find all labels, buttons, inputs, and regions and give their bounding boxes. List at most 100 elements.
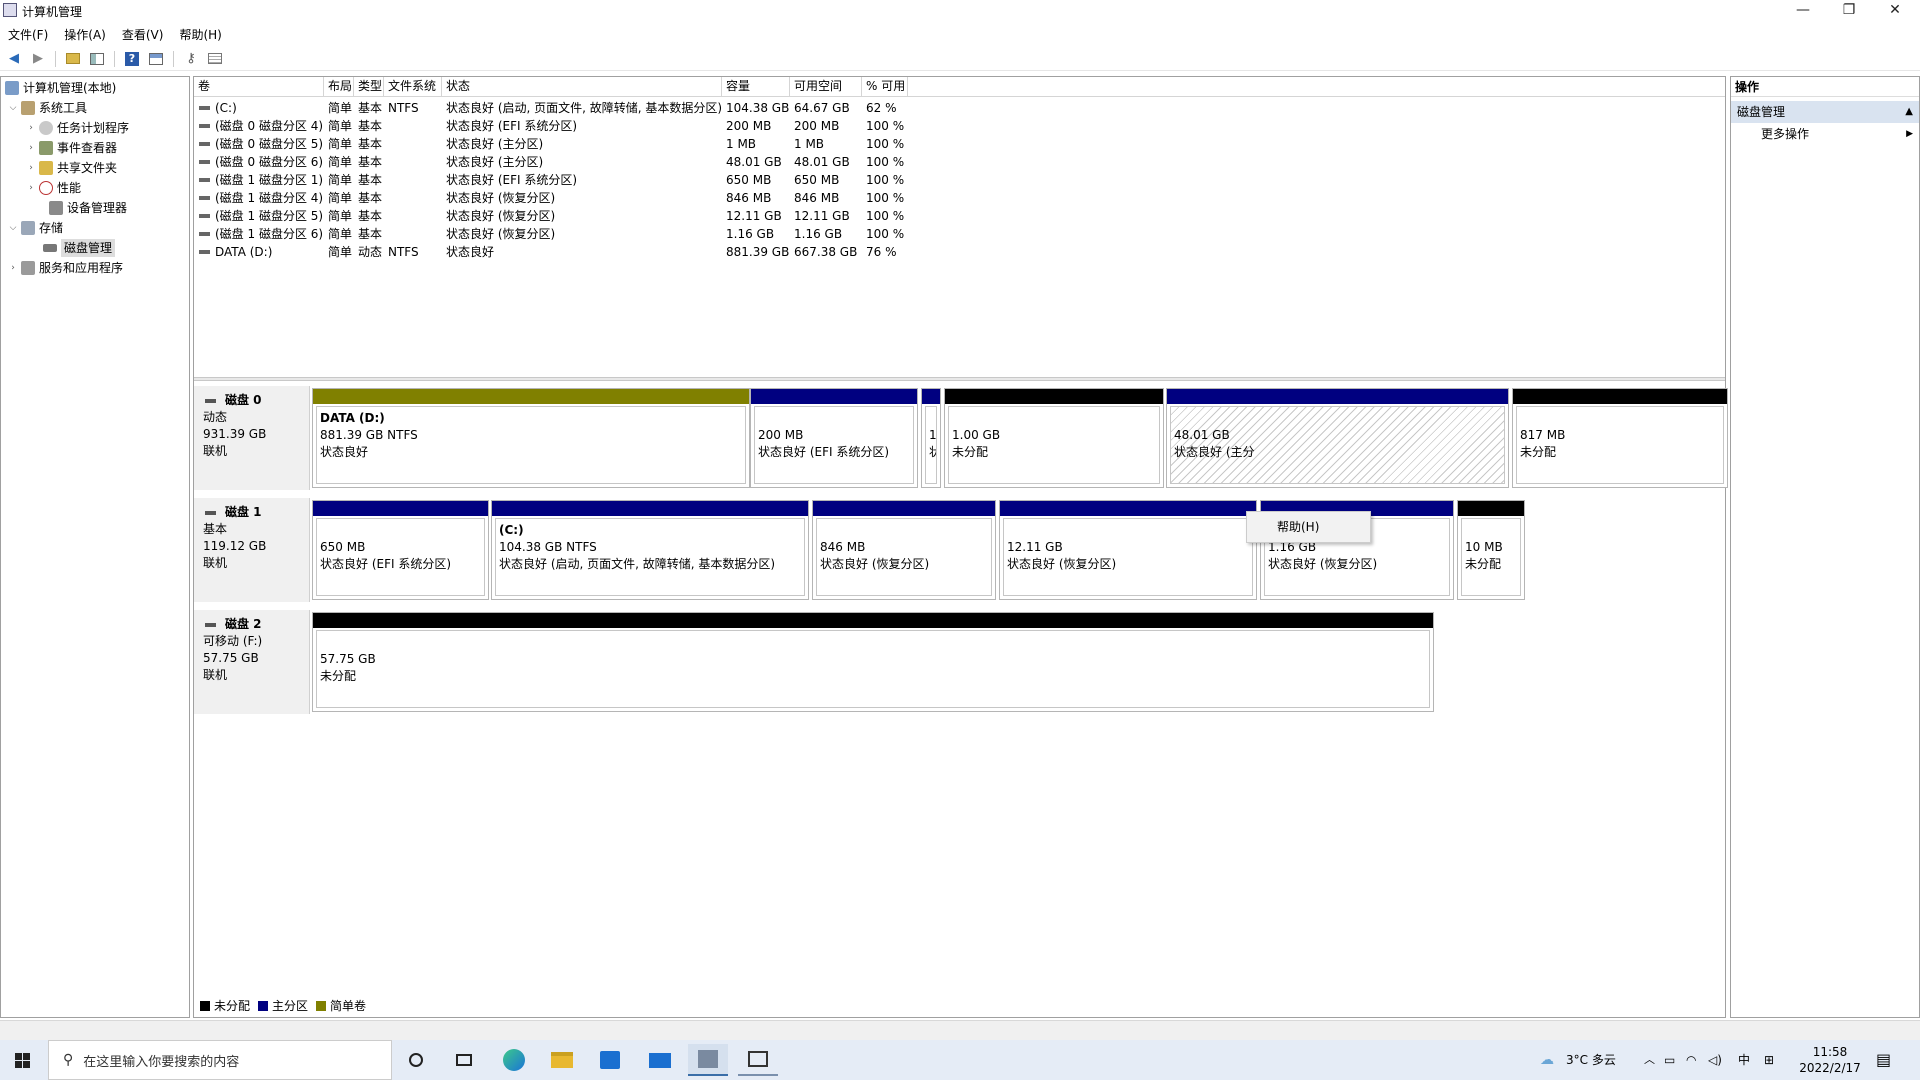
forward-arrow-icon[interactable]: ▶ xyxy=(28,49,48,69)
title-bar: 计算机管理 — ❐ ✕ xyxy=(0,0,1920,22)
menu-action[interactable]: 操作(A) xyxy=(56,24,114,44)
table-row[interactable]: (磁盘 0 磁盘分区 6) 简单 基本 状态良好 (主分区) 48.01 GB 48.01… xyxy=(194,153,934,171)
tree-node-disk-management[interactable]: 磁盘管理 xyxy=(43,239,116,257)
computer-management-taskbar-icon[interactable] xyxy=(688,1044,728,1076)
performance-icon xyxy=(39,181,53,195)
table-row[interactable]: (磁盘 1 磁盘分区 1) 简单 基本 状态良好 (EFI 系统分区) 650 MB 65… xyxy=(194,171,934,189)
mail-icon[interactable] xyxy=(640,1044,680,1076)
partition-block[interactable]: (C:) 104.38 GB NTFS 状态良好 (启动, 页面文件, 故障转储, … xyxy=(491,500,809,600)
restore-button[interactable]: ❐ xyxy=(1826,0,1872,22)
key-icon[interactable]: ⚷ xyxy=(181,49,201,69)
table-row[interactable]: (磁盘 1 磁盘分区 5) 简单 基本 状态良好 (恢复分区) 12.11 GB 12.1… xyxy=(194,207,934,225)
tree-node-shared-folders[interactable]: › 共享文件夹 xyxy=(25,159,117,177)
chevron-up-icon[interactable]: ︿ xyxy=(1644,1040,1655,1080)
chevron-right-icon[interactable]: › xyxy=(25,159,37,177)
menu-file[interactable]: 文件(F) xyxy=(0,24,56,44)
disk-label-0[interactable]: 磁盘 0 动态 931.39 GB 联机 xyxy=(194,386,310,490)
minimize-button[interactable]: — xyxy=(1780,0,1826,22)
column-header-volume[interactable]: 卷 xyxy=(194,77,324,97)
help-icon[interactable]: ? xyxy=(122,49,142,69)
more-actions-item[interactable]: 更多操作 ▶ xyxy=(1731,123,1919,145)
tree-node-root[interactable]: 计算机管理(本地) xyxy=(5,79,116,97)
partition-block[interactable]: 48.01 GB 状态良好 (主分 xyxy=(1166,388,1509,488)
store-icon[interactable] xyxy=(590,1044,630,1076)
partition-block[interactable]: 1状 xyxy=(921,388,941,488)
partition-block[interactable]: 200 MB 状态良好 (EFI 系统分区) xyxy=(750,388,918,488)
taskbar-search-box[interactable]: ⚲ 在这里输入你要搜索的内容 xyxy=(48,1040,392,1080)
partition-block[interactable]: 57.75 GB 未分配 xyxy=(312,612,1434,712)
window-taskbar-icon[interactable] xyxy=(738,1044,778,1076)
context-menu-help[interactable]: 帮助(H) xyxy=(1277,520,1319,534)
partition-block[interactable]: 650 MB 状态良好 (EFI 系统分区) xyxy=(312,500,489,600)
chevron-right-icon[interactable]: › xyxy=(25,179,37,197)
column-header-type[interactable]: 类型 xyxy=(354,77,384,97)
table-row[interactable]: (磁盘 1 磁盘分区 6) 简单 基本 状态良好 (恢复分区) 1.16 GB 1.16 … xyxy=(194,225,934,243)
column-header-filesystem[interactable]: 文件系统 xyxy=(384,77,442,97)
list-view-icon[interactable] xyxy=(205,49,225,69)
cell-text: 104.38 GB xyxy=(726,101,790,115)
partition-block[interactable]: 1.00 GB 未分配 xyxy=(944,388,1164,488)
column-header-free-space[interactable]: 可用空间 xyxy=(790,77,862,97)
chevron-right-icon[interactable]: › xyxy=(25,119,37,137)
column-header-capacity[interactable]: 容量 xyxy=(722,77,790,97)
taskbar: ⚲ 在这里输入你要搜索的内容 ☁ 3°C 多云 ︿ ▭ ◠ ◁) 中 ⊞ 11:… xyxy=(0,1040,1920,1080)
table-row[interactable]: (磁盘 0 磁盘分区 5) 简单 基本 状态良好 (主分区) 1 MB 1 MB 100 % xyxy=(194,135,934,153)
weather-icon[interactable]: ☁ xyxy=(1540,1040,1554,1080)
task-view-icon[interactable] xyxy=(444,1044,484,1076)
tree-node-services-apps[interactable]: › 服务和应用程序 xyxy=(7,259,123,277)
column-header-percent-free[interactable]: % 可用 xyxy=(862,77,908,97)
table-row[interactable]: DATA (D:) 简单 动态 NTFS 状态良好 881.39 GB 667.38 GB 7… xyxy=(194,243,934,261)
caret-up-icon[interactable]: ▲ xyxy=(1905,101,1913,123)
table-row[interactable]: (磁盘 0 磁盘分区 4) 简单 基本 状态良好 (EFI 系统分区) 200 MB 20… xyxy=(194,117,934,135)
close-button[interactable]: ✕ xyxy=(1872,0,1918,22)
table-row[interactable]: (磁盘 1 磁盘分区 4) 简单 基本 状态良好 (恢复分区) 846 MB 846 MB… xyxy=(194,189,934,207)
show-hide-tree-icon[interactable] xyxy=(87,49,107,69)
weather-text[interactable]: 3°C 多云 xyxy=(1566,1040,1616,1080)
tree-node-event-viewer[interactable]: › 事件查看器 xyxy=(25,139,117,157)
tree-node-storage[interactable]: ⌵ 存储 xyxy=(7,219,63,237)
network-icon[interactable]: ◠ xyxy=(1686,1040,1696,1080)
battery-icon[interactable]: ▭ xyxy=(1664,1040,1675,1080)
notification-icon[interactable]: ▤ xyxy=(1876,1040,1891,1080)
windows-start-icon[interactable] xyxy=(2,1044,42,1076)
partition-block[interactable]: 12.11 GB 状态良好 (恢复分区) xyxy=(999,500,1257,600)
tree-node-task-scheduler[interactable]: › 任务计划程序 xyxy=(25,119,129,137)
disk-label-1[interactable]: 磁盘 1 基本 119.12 GB 联机 xyxy=(194,498,310,602)
menu-help[interactable]: 帮助(H) xyxy=(171,24,229,44)
up-folder-icon[interactable] xyxy=(63,49,83,69)
partition-block[interactable]: DATA (D:) 881.39 GB NTFS 状态良好 xyxy=(312,388,750,488)
partition-block[interactable]: 10 MB 未分配 xyxy=(1457,500,1525,600)
partition-info: 12.11 GB 状态良好 (恢复分区) xyxy=(1003,518,1253,596)
chevron-down-icon[interactable]: ⌵ xyxy=(7,219,19,237)
table-row[interactable]: (C:) 简单 基本 NTFS 状态良好 (启动, 页面文件, 故障转储, 基本数据分区… xyxy=(194,99,934,117)
device-manager-icon xyxy=(49,201,63,215)
ime-indicator[interactable]: 中 xyxy=(1738,1040,1750,1080)
chevron-right-icon[interactable]: › xyxy=(25,139,37,157)
tree-node-performance[interactable]: › 性能 xyxy=(25,179,81,197)
clock-date[interactable]: 2022/2/17 xyxy=(1798,1060,1862,1076)
partition-block[interactable]: 846 MB 状态良好 (恢复分区) xyxy=(812,500,996,600)
properties-icon[interactable] xyxy=(146,49,166,69)
partition-info: 1状 xyxy=(925,406,937,484)
cell-status: 状态良好 (EFI 系统分区) xyxy=(446,171,577,189)
keyboard-layout-icon[interactable]: ⊞ xyxy=(1764,1040,1774,1080)
column-header-layout[interactable]: 布局 xyxy=(324,77,354,97)
partition-block[interactable]: 817 MB 未分配 xyxy=(1512,388,1728,488)
menu-view[interactable]: 查看(V) xyxy=(114,24,172,44)
cell-text: (C:) xyxy=(215,101,237,115)
column-header-status[interactable]: 状态 xyxy=(442,77,722,97)
clock-time[interactable]: 11:58 xyxy=(1798,1044,1862,1060)
partition-color-bar xyxy=(1167,389,1508,404)
cortana-icon[interactable] xyxy=(396,1044,436,1076)
pane-splitter[interactable] xyxy=(194,377,1725,381)
tree-node-system-tools[interactable]: ⌵ 系统工具 xyxy=(7,99,87,117)
file-explorer-icon[interactable] xyxy=(542,1044,582,1076)
actions-section-disk-management[interactable]: 磁盘管理 ▲ xyxy=(1731,101,1919,123)
chevron-right-icon[interactable]: › xyxy=(7,259,19,277)
disk-label-2[interactable]: 磁盘 2 可移动 (F:) 57.75 GB 联机 xyxy=(194,610,310,714)
volume-icon[interactable]: ◁) xyxy=(1708,1040,1722,1080)
back-arrow-icon[interactable]: ◀ xyxy=(4,49,24,69)
chevron-down-icon[interactable]: ⌵ xyxy=(7,99,19,117)
tree-node-device-manager[interactable]: 设备管理器 xyxy=(37,199,127,217)
edge-browser-icon[interactable] xyxy=(494,1044,534,1076)
